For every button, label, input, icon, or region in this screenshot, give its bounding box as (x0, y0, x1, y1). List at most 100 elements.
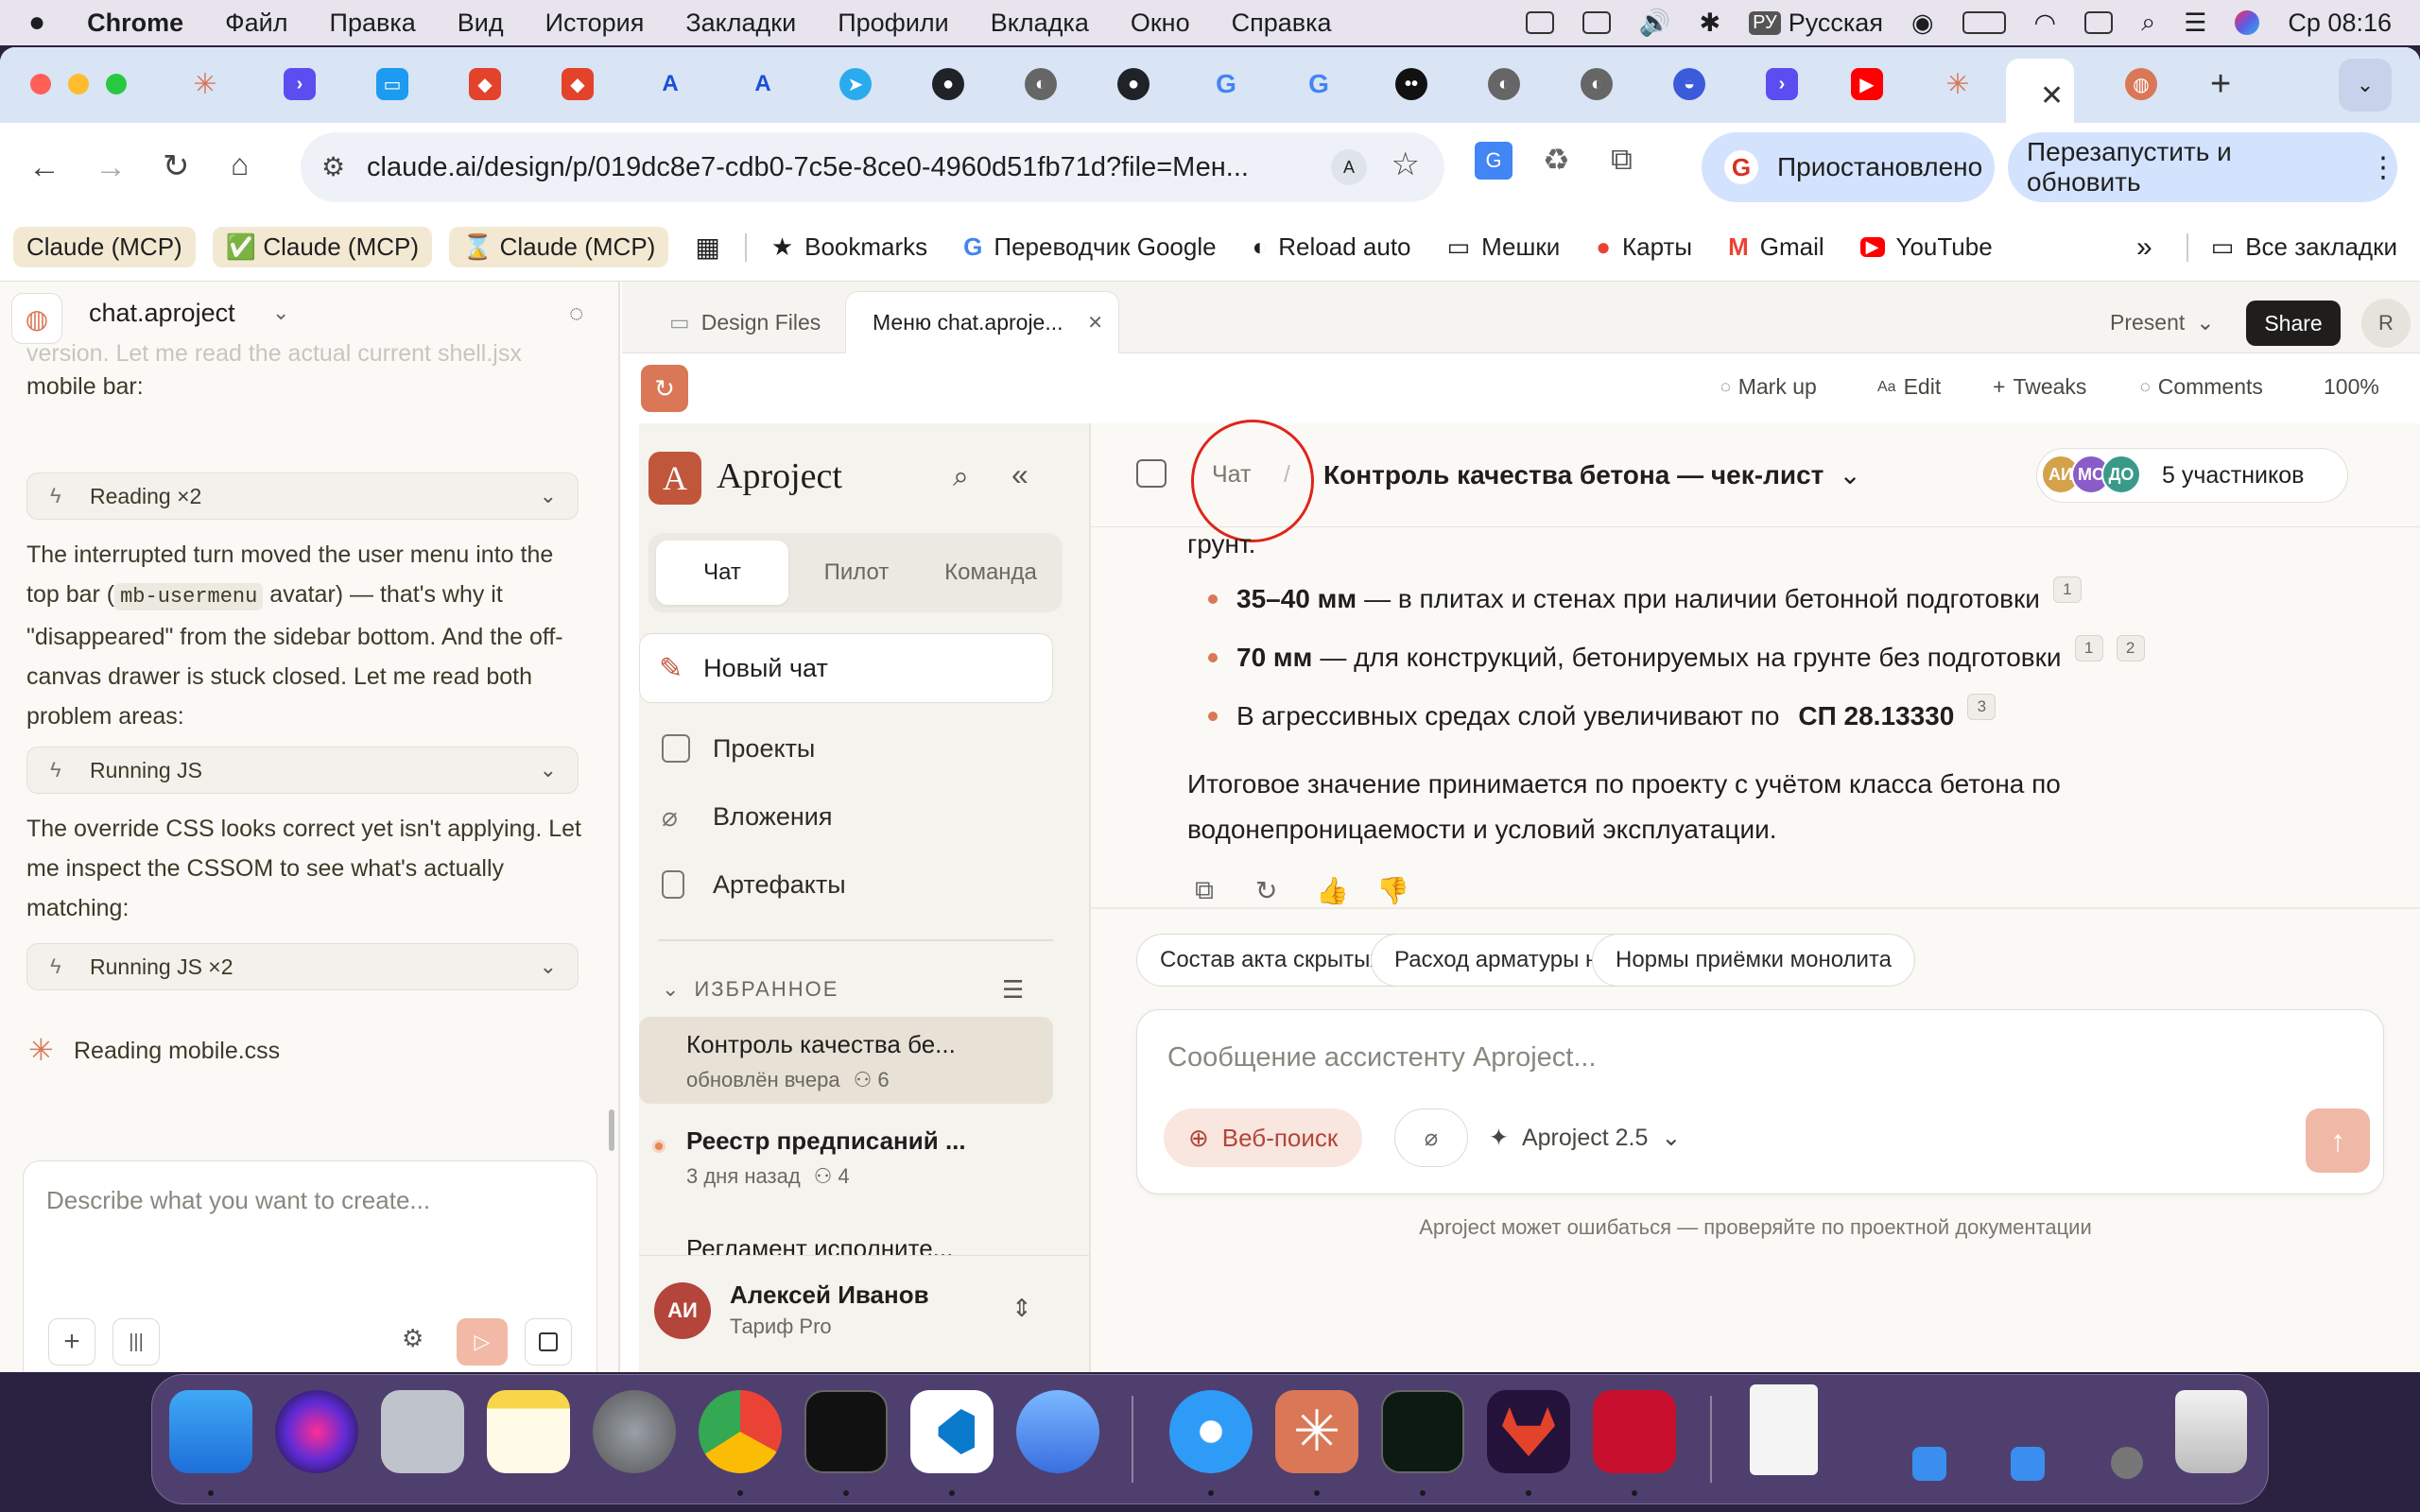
tab-gitlab-icon[interactable]: ◆ (562, 68, 594, 100)
menu-item[interactable]: История (545, 9, 645, 38)
input-source[interactable]: РУ Русская (1749, 9, 1883, 38)
tab-chat-icon[interactable]: ▭ (376, 68, 408, 100)
sidebar-toggle-icon[interactable] (1136, 459, 1167, 488)
bookmark-claude-mcp[interactable]: Claude (MCP) (13, 227, 196, 267)
translate-page-icon[interactable]: A (1331, 149, 1367, 185)
tab-search-icon[interactable]: ⌄ (2339, 59, 2392, 112)
segment-team[interactable]: Команда (925, 541, 1057, 605)
finder-stack-icon[interactable] (2011, 1447, 2045, 1481)
favorite-chat[interactable]: Реестр предписаний ... 3 дня назад ⚇ 4 (639, 1113, 1053, 1200)
search-icon[interactable]: ⌕ (953, 461, 969, 493)
bookmark-claude-mcp-3[interactable]: ⌛ Claude (MCP) (449, 227, 669, 267)
memory-icon[interactable] (2084, 11, 2114, 34)
url-text[interactable]: claude.ai/design/p/019dc8e7-cdb0-7c5e-8c… (367, 152, 1249, 183)
citation-badge[interactable]: 1 (2052, 576, 2082, 603)
extensions-icon[interactable]: ⧉ (1611, 142, 1633, 178)
tab-github-icon[interactable]: ● (932, 68, 964, 100)
bookmark-folder[interactable]: ★ Bookmarks (771, 232, 927, 262)
model-selector[interactable]: ✦ Aproject 2.5 ⌄ (1489, 1124, 1681, 1152)
bookmark-gmail[interactable]: M Gmail (1728, 232, 1824, 262)
message-input[interactable]: Сообщение ассистенту Aproject... (1167, 1042, 1597, 1074)
user-profile[interactable]: АИ Алексей Иванов Тариф Pro ⇕ (639, 1255, 1089, 1372)
regenerate-icon[interactable]: ↻ (1255, 875, 1277, 906)
tab-globe-icon[interactable]: ◐ (1488, 68, 1520, 100)
web-search-toggle[interactable]: ⊕ Веб-поиск (1164, 1108, 1363, 1167)
bluetooth-icon[interactable]: ✱ (1699, 9, 1720, 38)
tab-swirl-icon[interactable]: ◒ (1673, 68, 1705, 100)
participants-button[interactable]: АИ МС ДО 5 участников (2036, 448, 2348, 503)
menu-app-name[interactable]: Chrome (87, 9, 183, 38)
tab-claude-icon[interactable]: ✳ (189, 68, 221, 100)
apple-icon[interactable]: ● (28, 7, 45, 39)
wifi-icon[interactable]: ◠ (2034, 9, 2057, 38)
spotlight-icon[interactable]: ⌕ (2141, 8, 2155, 38)
bookmark-translate[interactable]: G Переводчик Google (963, 232, 1216, 262)
tab-design-files[interactable]: ▭ Design Files (669, 291, 821, 353)
send-button[interactable]: ↑ (2306, 1108, 2370, 1173)
finder-stack-icon[interactable] (1912, 1447, 1946, 1481)
bookmark-youtube[interactable]: ▶ YouTube (1859, 232, 1993, 262)
bookmark-reload[interactable]: ◐ Reload auto (1253, 232, 1411, 262)
menu-item[interactable]: Справка (1232, 9, 1332, 38)
tab-claude-icon[interactable]: ✳ (1942, 68, 1974, 100)
tab-telegram-icon[interactable]: ➤ (839, 68, 872, 100)
tab-active[interactable]: ✕ (2006, 59, 2074, 123)
app-swirl-icon[interactable] (1016, 1390, 1099, 1473)
menu-item[interactable]: Закладки (685, 9, 796, 38)
add-attachment-button[interactable]: + (48, 1318, 95, 1366)
tab-google-icon[interactable]: G (1210, 68, 1242, 100)
tab-palette-icon[interactable]: ◍ (2125, 68, 2157, 100)
menu-item[interactable]: Вкладка (991, 9, 1089, 38)
launchpad-icon[interactable] (381, 1390, 464, 1473)
volume-icon[interactable]: 🔊 (1639, 8, 1671, 38)
notes-icon[interactable] (487, 1390, 570, 1473)
settings-icon[interactable]: ⚙ (402, 1324, 424, 1353)
scrollbar[interactable] (609, 1109, 614, 1151)
activity-monitor-icon[interactable] (1381, 1390, 1464, 1473)
forward-icon[interactable]: → (95, 149, 127, 186)
back-icon[interactable]: ← (28, 149, 60, 186)
zoom-window-button[interactable] (106, 74, 127, 94)
tab-arrow-icon[interactable]: › (284, 68, 316, 100)
profile-paused-button[interactable]: G Приостановлено (1702, 132, 1995, 202)
nav-artifacts[interactable]: Артефакты (662, 856, 846, 913)
menu-item[interactable]: Файл (225, 9, 287, 38)
new-tab-icon[interactable]: + (2210, 64, 2231, 105)
all-bookmarks[interactable]: ▭ Все закладки (2211, 232, 2397, 262)
markup-button[interactable]: ◌ Mark up (1720, 374, 1817, 400)
new-chat-icon[interactable]: ◌ (569, 299, 583, 328)
address-bar[interactable]: ⚙ claude.ai/design/p/019dc8e7-cdb0-7c5e-… (301, 132, 1444, 202)
suggestion-chip[interactable]: Нормы приёмки монолита (1592, 934, 1916, 987)
favorite-chat-active[interactable]: Контроль качества бе... обновлён вчера ⚇ 6 (639, 1017, 1053, 1104)
tool-call-running-js-2[interactable]: ϟ Running JS ×2 ⌄ (26, 943, 579, 990)
menu-item[interactable]: Профили (838, 9, 949, 38)
pdf-document-icon[interactable] (1750, 1384, 1818, 1475)
segment-pilot[interactable]: Пилот (790, 541, 923, 605)
stop-button[interactable] (525, 1318, 572, 1366)
bookmark-meshki[interactable]: ▭ Мешки (1447, 232, 1561, 262)
nav-projects[interactable]: Проекты (662, 720, 815, 777)
tab-youtube-icon[interactable]: ▶ (1851, 68, 1883, 100)
safari-icon[interactable] (1169, 1390, 1253, 1473)
segment-chat[interactable]: Чат (656, 541, 788, 605)
tab-gitlab-icon[interactable]: ◆ (469, 68, 501, 100)
tool-call-reading[interactable]: ϟ Reading ×2 ⌄ (26, 472, 579, 520)
share-button[interactable]: Share (2246, 301, 2341, 346)
trash-icon[interactable] (2175, 1390, 2247, 1473)
site-settings-icon[interactable]: ⚙ (321, 151, 345, 182)
close-tab-icon[interactable]: ✕ (1087, 311, 1103, 335)
tab-translate-icon[interactable]: A (654, 68, 686, 100)
shield-status-icon[interactable] (1525, 11, 1554, 34)
siri-icon[interactable] (275, 1390, 358, 1473)
project-name[interactable]: chat.aproject (89, 299, 235, 328)
tab-google-icon[interactable]: G (1303, 68, 1335, 100)
apps-grid-icon[interactable]: ▦ (695, 232, 719, 263)
minimize-window-button[interactable] (68, 74, 89, 94)
favorites-header[interactable]: ⌄ ИЗБРАННОЕ (662, 977, 838, 1002)
prompt-input[interactable]: Describe what you want to create... (46, 1186, 430, 1215)
tab-globe-icon[interactable]: ◐ (1025, 68, 1057, 100)
chevron-down-icon[interactable]: ⌄ (272, 301, 289, 325)
close-tab-icon[interactable]: ✕ (2040, 79, 2064, 112)
chat-title[interactable]: Регламент исполните... (686, 1234, 953, 1255)
tab-github-icon[interactable]: ● (1117, 68, 1150, 100)
